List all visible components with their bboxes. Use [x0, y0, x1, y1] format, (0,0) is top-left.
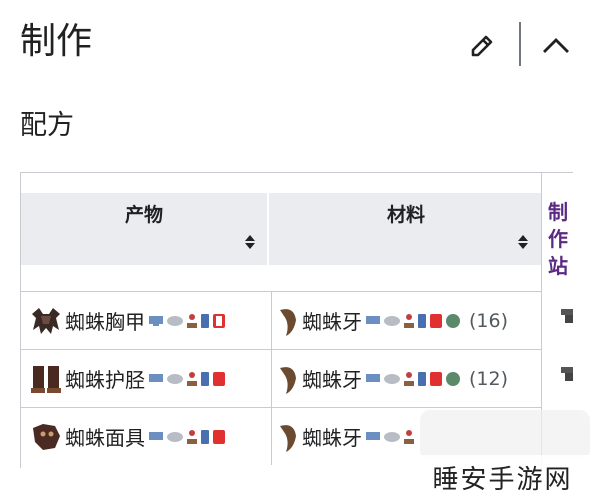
- watermark-text: 睡安手游网: [412, 455, 593, 500]
- joystick-icon: [187, 313, 197, 328]
- material-link[interactable]: 蜘蛛牙: [302, 306, 362, 335]
- column-header-product-label: 产物: [124, 204, 163, 226]
- material-link[interactable]: 蜘蛛牙: [302, 364, 362, 393]
- joystick-icon: [187, 429, 197, 444]
- spider-mask-icon: [33, 423, 60, 450]
- pc-icon: [366, 315, 380, 324]
- spider-fang-icon: [280, 308, 296, 336]
- table-top-strip: [21, 173, 541, 193]
- platform-icons: [365, 313, 463, 329]
- joystick-icon: [404, 429, 414, 444]
- switch-icon: [213, 429, 225, 444]
- spider-breastplate-icon: [32, 307, 60, 334]
- tmodloader-icon: [446, 371, 460, 386]
- tmodloader-icon: [446, 313, 460, 328]
- material-cell: 蜘蛛牙 (16): [271, 292, 541, 349]
- platform-icons: [148, 371, 228, 387]
- spider-fang-icon: [280, 424, 296, 452]
- pc-icon: [149, 315, 163, 326]
- joystick-icon: [404, 371, 414, 386]
- platform-icons: [365, 371, 463, 387]
- table-row: 蜘蛛胸甲 蜘蛛牙 (16): [21, 291, 541, 349]
- platform-icons: [365, 429, 417, 445]
- switch-icon: [213, 313, 225, 328]
- pc-icon: [366, 373, 380, 382]
- table-header: 产物 材料: [21, 193, 541, 265]
- material-quantity: (12): [469, 367, 509, 390]
- material-quantity: (16): [469, 309, 509, 332]
- anvil-icon: [561, 309, 573, 323]
- mobile-icon: [418, 313, 426, 328]
- mobile-icon: [201, 429, 209, 444]
- sort-icon[interactable]: [244, 233, 256, 251]
- pencil-icon: [471, 35, 493, 57]
- table-row: 蜘蛛护胫 蜘蛛牙 (12): [21, 349, 541, 407]
- product-link[interactable]: 蜘蛛胸甲: [65, 306, 145, 335]
- product-cell: 蜘蛛胸甲: [29, 292, 269, 349]
- edit-button[interactable]: [462, 26, 502, 66]
- switch-icon: [430, 313, 442, 328]
- pc-icon: [366, 431, 380, 440]
- platform-icons: [148, 429, 228, 445]
- toolbar-divider: [519, 22, 521, 66]
- mobile-icon: [201, 371, 209, 386]
- mobile-icon: [418, 371, 426, 386]
- console-icon: [167, 431, 183, 442]
- sort-icon[interactable]: [517, 233, 529, 251]
- spider-greaves-icon: [31, 365, 61, 393]
- column-header-station-label: 制作站: [548, 200, 568, 278]
- chevron-up-icon: [543, 38, 569, 53]
- product-cell: 蜘蛛面具: [29, 408, 269, 465]
- column-header-materials[interactable]: 材料: [271, 193, 541, 265]
- collapse-button[interactable]: [536, 26, 576, 66]
- section-title: 制作: [20, 21, 93, 62]
- watermark-blur: [420, 410, 590, 460]
- column-header-product[interactable]: 产物: [21, 193, 269, 265]
- spider-fang-icon: [280, 366, 296, 394]
- switch-icon: [213, 371, 225, 386]
- product-cell: 蜘蛛护胫: [29, 350, 269, 407]
- pc-icon: [149, 431, 163, 440]
- console-icon: [167, 373, 183, 384]
- recipes-heading: 配方: [20, 110, 74, 141]
- console-icon: [384, 315, 400, 326]
- console-icon: [384, 431, 400, 442]
- material-link[interactable]: 蜘蛛牙: [302, 422, 362, 451]
- anvil-icon: [561, 367, 573, 381]
- console-icon: [384, 373, 400, 384]
- joystick-icon: [404, 313, 414, 328]
- joystick-icon: [187, 371, 197, 386]
- switch-icon: [430, 371, 442, 386]
- platform-icons: [148, 313, 228, 329]
- pc-icon: [149, 373, 163, 382]
- column-header-materials-label: 材料: [386, 204, 425, 226]
- product-link[interactable]: 蜘蛛面具: [65, 422, 145, 451]
- console-icon: [167, 315, 183, 326]
- mobile-icon: [201, 313, 209, 328]
- section-header: 制作: [0, 0, 593, 90]
- product-link[interactable]: 蜘蛛护胫: [65, 364, 145, 393]
- material-cell: 蜘蛛牙 (12): [271, 350, 541, 407]
